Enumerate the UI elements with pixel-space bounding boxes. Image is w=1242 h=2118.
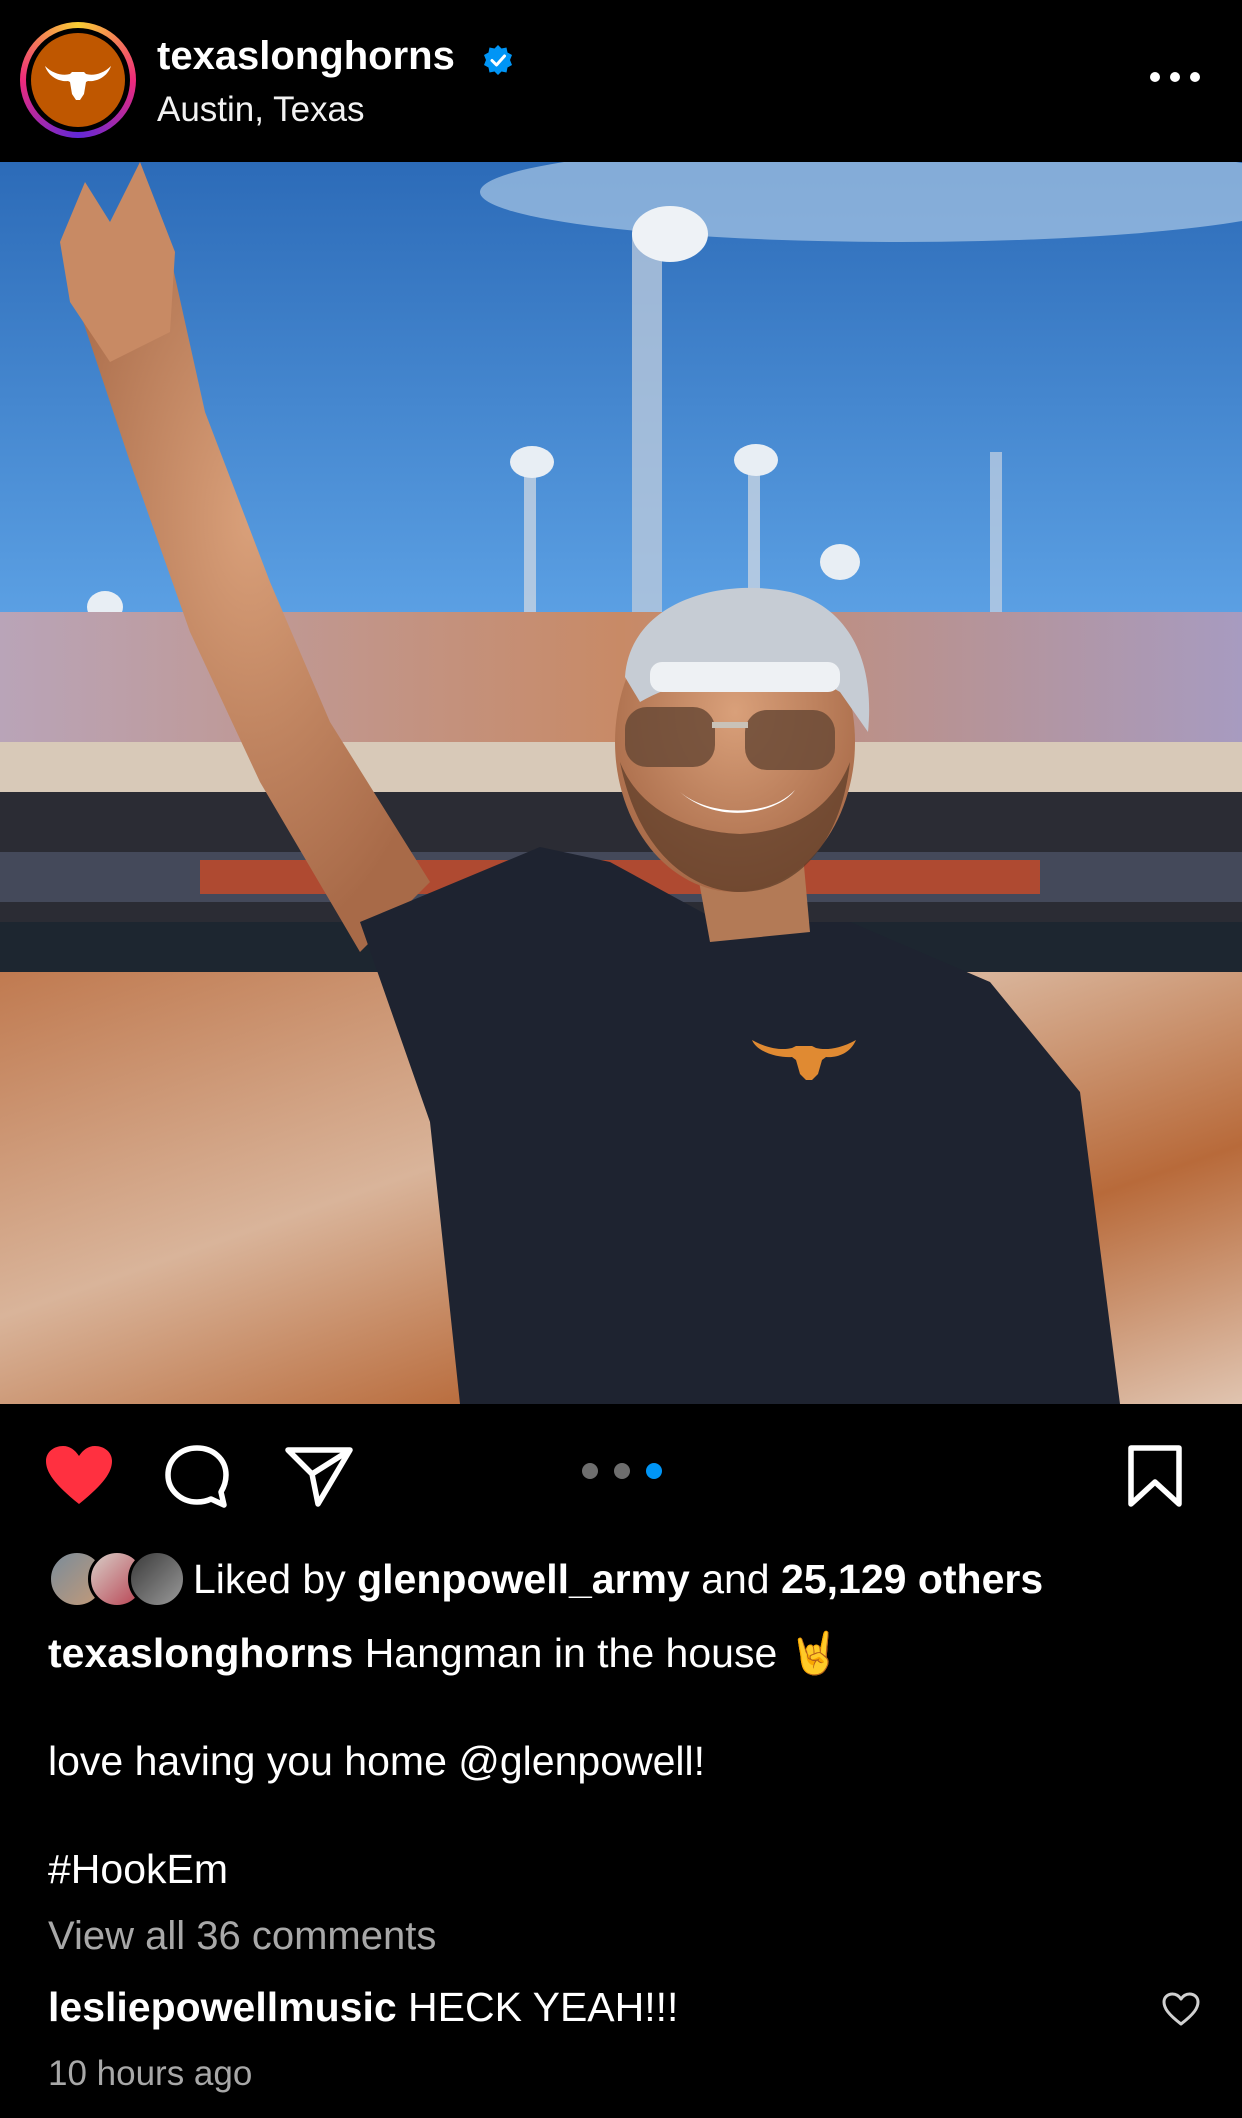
carousel-dot [582, 1463, 598, 1479]
verified-badge-icon [484, 45, 512, 75]
carousel-indicator [582, 1462, 662, 1480]
comment-icon[interactable] [164, 1444, 230, 1510]
longhorn-logo-icon [31, 33, 125, 127]
likes-prefix: Liked by [193, 1556, 346, 1602]
post-caption: texaslonghorns Hangman in the house 🤘 lo… [48, 1626, 1198, 1896]
bookmark-icon[interactable] [1126, 1444, 1184, 1508]
liker-avatar [128, 1550, 186, 1608]
likes-text: Liked by glenpowell_army and 25,129 othe… [193, 1556, 1043, 1603]
carousel-dot [614, 1463, 630, 1479]
carousel-dot-active [646, 1463, 662, 1479]
caption-text: Hangman in the house 🤘 [364, 1630, 840, 1676]
post-photo[interactable] [0, 162, 1242, 1404]
likes-and: and [701, 1556, 770, 1602]
profile-avatar[interactable] [20, 22, 136, 138]
post-username[interactable]: texaslonghorns [157, 34, 455, 79]
post-header: texaslonghorns Austin, Texas [0, 0, 1242, 162]
top-comment: lesliepowellmusic HECK YEAH!!! [48, 1984, 678, 2031]
more-options-icon[interactable] [1150, 72, 1200, 88]
likes-count[interactable]: 25,129 others [781, 1556, 1043, 1602]
paper-plane-icon[interactable] [284, 1444, 354, 1510]
comment-like-icon[interactable] [1162, 1991, 1200, 2027]
liker-username[interactable]: glenpowell_army [357, 1556, 690, 1602]
view-all-comments-link[interactable]: View all 36 comments [48, 1914, 436, 1959]
post-timestamp: 10 hours ago [48, 2054, 253, 2093]
caption-username[interactable]: texaslonghorns [48, 1630, 353, 1676]
comment-username[interactable]: lesliepowellmusic [48, 1984, 397, 2030]
caption-line-2: love having you home @glenpowell! [48, 1738, 706, 1784]
post-location[interactable]: Austin, Texas [157, 90, 365, 130]
heart-filled-icon[interactable] [44, 1444, 114, 1506]
caption-hashtag[interactable]: #HookEm [48, 1842, 1198, 1896]
likes-summary[interactable]: Liked by glenpowell_army and 25,129 othe… [48, 1550, 1198, 1608]
comment-text: HECK YEAH!!! [408, 1984, 679, 2030]
